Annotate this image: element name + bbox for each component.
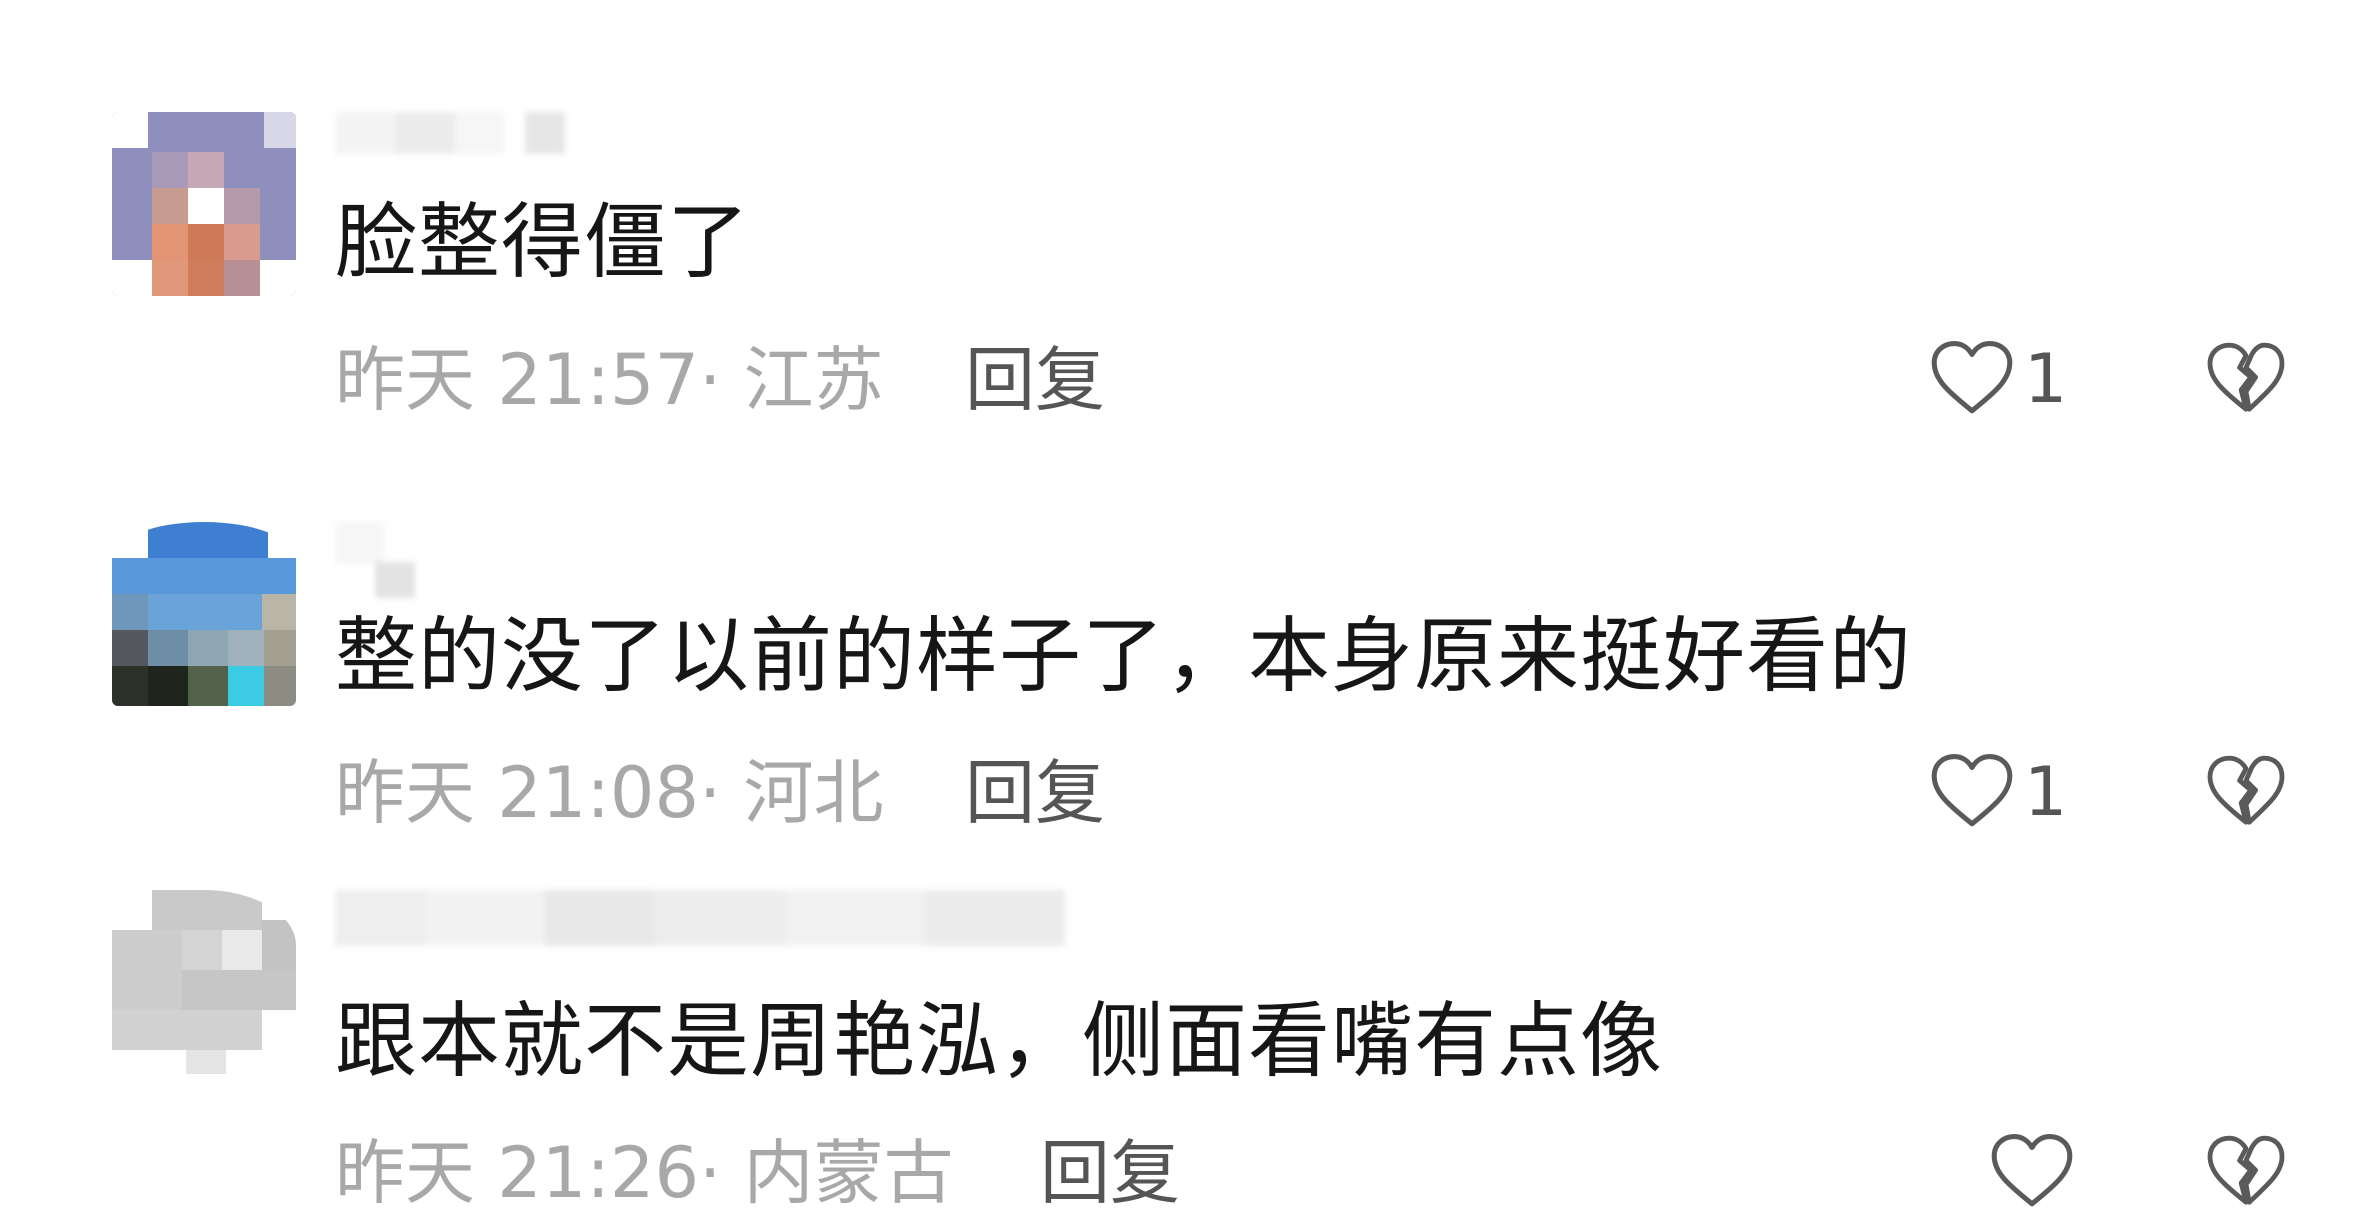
dislike-button[interactable] (2206, 748, 2290, 838)
comment-time: 昨天 21:08 (335, 752, 699, 834)
broken-heart-icon (2206, 340, 2286, 420)
avatar[interactable] (112, 112, 296, 296)
comment-location: · 内蒙古 (698, 1132, 954, 1214)
like-count: 1 (2024, 340, 2068, 419)
comment-meta: 昨天 21:26· 内蒙古 (335, 1128, 954, 1218)
reply-button[interactable]: 回复 (965, 748, 1105, 838)
like-button[interactable]: 1 (1930, 748, 2067, 838)
avatar[interactable] (112, 522, 296, 706)
like-count: 1 (2024, 753, 2068, 832)
reply-button[interactable]: 回复 (965, 335, 1105, 425)
reply-button[interactable]: 回复 (1040, 1128, 1180, 1218)
comment-text: 跟本就不是周艳泓，侧面看嘴有点像 (335, 994, 1664, 1089)
comment-meta: 昨天 21:57· 江苏 (335, 335, 884, 425)
comment-text: 脸整得僵了 (335, 195, 751, 290)
like-button[interactable]: 1 (1930, 335, 2067, 425)
heart-outline-icon (1930, 752, 2014, 834)
heart-outline-icon (1990, 1132, 2074, 1214)
comment-location: · 河北 (698, 752, 884, 834)
comment-time: 昨天 21:26 (335, 1132, 699, 1214)
username-redacted[interactable] (335, 890, 1065, 946)
dislike-button[interactable] (2206, 335, 2290, 425)
username-redacted[interactable] (335, 112, 565, 154)
username-redacted[interactable] (335, 522, 445, 598)
avatar[interactable] (112, 890, 296, 1074)
comment-location: · 江苏 (698, 339, 884, 421)
like-button[interactable] (1990, 1128, 2084, 1218)
comment-time: 昨天 21:57 (335, 339, 699, 421)
broken-heart-icon (2206, 753, 2286, 833)
heart-outline-icon (1930, 339, 2014, 421)
comment-text: 整的没了以前的样子了，本身原来挺好看的 (335, 609, 1913, 704)
broken-heart-icon (2206, 1133, 2286, 1213)
comment-meta: 昨天 21:08· 河北 (335, 748, 884, 838)
dislike-button[interactable] (2206, 1128, 2290, 1218)
